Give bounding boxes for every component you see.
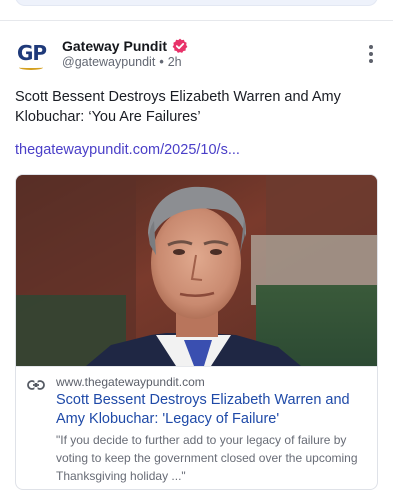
post-timestamp[interactable]: 2h (168, 55, 182, 69)
link-icon (27, 378, 45, 390)
link-domain: www.thegatewaypundit.com (56, 375, 205, 389)
avatar[interactable]: GP (15, 39, 49, 73)
post-text: Scott Bessent Destroys Elizabeth Warren … (15, 89, 341, 125)
author-handle[interactable]: @gatewaypundit (62, 55, 155, 69)
menu-dot (369, 52, 373, 56)
menu-dot (369, 45, 373, 49)
feed-divider (0, 20, 393, 21)
link-title[interactable]: Scott Bessent Destroys Elizabeth Warren … (56, 391, 371, 429)
post-link[interactable]: thegatewaypundit.com/2025/10/s... (15, 142, 240, 158)
avatar-initials: GP (17, 41, 47, 65)
link-preview-body: www.thegatewaypundit.com Scott Bessent D… (16, 366, 377, 489)
author-name-row: Gateway Pundit (62, 37, 188, 55)
more-vertical-icon[interactable] (366, 45, 376, 63)
link-preview-image[interactable] (16, 175, 377, 366)
post-header: GP Gateway Pundit @gatewaypundit • 2h (15, 35, 378, 75)
meta-separator: • (159, 55, 164, 69)
menu-dot (369, 59, 373, 63)
previous-item-edge (15, 0, 378, 6)
link-preview-card[interactable]: www.thegatewaypundit.com Scott Bessent D… (15, 174, 378, 490)
author-display-name[interactable]: Gateway Pundit (62, 38, 167, 54)
link-description: "If you decide to further add to your le… (56, 433, 358, 483)
author-meta: @gatewaypundit • 2h (62, 55, 182, 69)
avatar-swoosh (19, 65, 43, 70)
verified-badge-icon (172, 38, 188, 54)
